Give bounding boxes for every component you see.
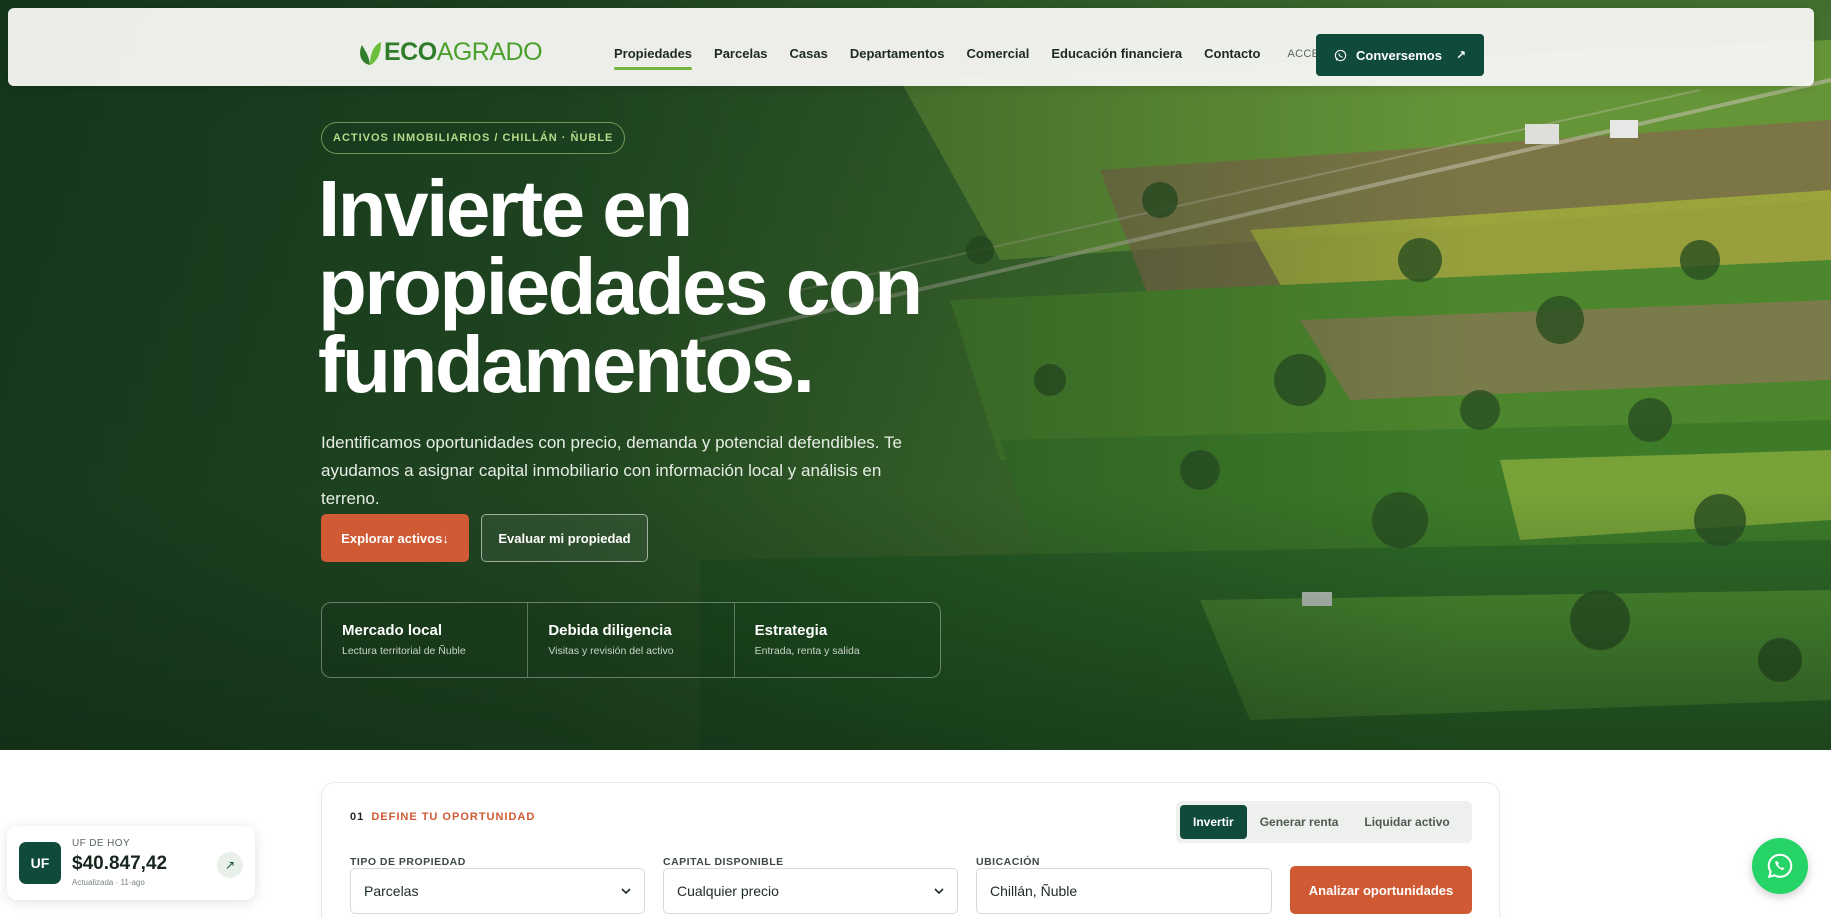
analizar-oportunidades-button[interactable]: Analizar oportunidades <box>1290 866 1472 914</box>
mode-segmented-control: Invertir Generar renta Liquidar activo <box>1176 801 1472 843</box>
hero-lead-text: Identificamos oportunidades con precio, … <box>321 433 902 508</box>
step-label: DEFINE TU OPORTUNIDAD <box>371 811 536 823</box>
uf-value: $40.847,42 <box>72 853 168 874</box>
headline-line-1: Invierte en <box>318 164 693 253</box>
whatsapp-icon <box>1334 49 1347 61</box>
feature-title: Debida diligencia <box>548 622 672 639</box>
location-eyebrow-pill: ACTIVOS INMOBILIARIOS / CHILLÁN · ÑUBLE <box>321 122 626 154</box>
uf-badge: UF <box>19 842 61 884</box>
ubicacion-value: Chillán, Ñuble <box>990 883 1078 899</box>
top-navbar: ECOAGRADO Propiedades Parcelas Casas Dep… <box>8 8 1814 86</box>
capital-disponible-value: Cualquier precio <box>677 883 779 899</box>
uf-label: UF DE HOY <box>72 838 131 849</box>
feature-mercado-local: Mercado local Lectura territorial de Ñub… <box>322 603 529 677</box>
tipo-propiedad-label: TIPO DE PROPIEDAD <box>350 856 466 868</box>
leaf-icon <box>360 41 381 65</box>
capital-disponible-label: CAPITAL DISPONIBLE <box>663 856 784 868</box>
explorar-activos-button[interactable]: Explorar activos↓ <box>321 514 469 562</box>
nav-comercial[interactable]: Comercial <box>966 46 1029 61</box>
feature-debida-diligencia: Debida diligencia Visitas y revisión del… <box>528 603 735 677</box>
arrow-up-right-icon: ↗ <box>1455 48 1466 62</box>
mode-invertir[interactable]: Invertir <box>1180 805 1247 839</box>
headline-line-2: propiedades con <box>318 242 923 331</box>
feature-title: Estrategia <box>754 622 828 639</box>
ubicacion-input[interactable]: Chillán, Ñuble <box>976 868 1272 914</box>
feature-strip: Mercado local Lectura territorial de Ñub… <box>321 602 941 678</box>
main-menu: Propiedades Parcelas Casas Departamentos… <box>614 46 1336 70</box>
feature-subtitle: Lectura territorial de Ñuble <box>342 645 466 657</box>
feature-subtitle: Entrada, renta y salida <box>754 645 860 657</box>
ubicacion-label: UBICACIÓN <box>976 856 1040 868</box>
evaluar-propiedad-button[interactable]: Evaluar mi propiedad <box>481 514 648 562</box>
conversemos-label: Conversemos <box>1356 47 1442 63</box>
uf-arrow-up-right-icon[interactable]: ↗ <box>217 852 243 878</box>
mode-liquidar-activo[interactable]: Liquidar activo <box>1351 805 1462 839</box>
nav-propiedades[interactable]: Propiedades <box>614 46 693 70</box>
whatsapp-icon <box>1767 853 1793 879</box>
tipo-propiedad-value: Parcelas <box>364 883 419 899</box>
step-heading: 01 DEFINE TU OPORTUNIDAD <box>350 811 535 823</box>
nav-educacion-financiera[interactable]: Educación financiera <box>1051 46 1182 61</box>
uf-updated: Actualizada · 11-ago <box>72 878 145 887</box>
chevron-down-icon <box>934 888 944 895</box>
nav-contacto[interactable]: Contacto <box>1204 46 1260 61</box>
hero-headline: Invierte en propiedades con fundamentos. <box>318 164 1018 409</box>
feature-estrategia: Estrategia Entrada, renta y salida <box>735 603 940 677</box>
headline-line-3: fundamentos. <box>318 320 815 409</box>
mode-generar-renta[interactable]: Generar renta <box>1247 805 1352 839</box>
nav-casas[interactable]: Casas <box>790 46 828 61</box>
feature-title: Mercado local <box>342 622 443 639</box>
conversemos-button[interactable]: Conversemos ↗ <box>1316 34 1484 76</box>
uf-widget: UF UF DE HOY $40.847,42 Actualizada · 11… <box>7 826 255 900</box>
logo-wordmark: ECOAGRADO <box>384 38 543 66</box>
capital-disponible-select[interactable]: Cualquier precio <box>663 868 958 914</box>
feature-subtitle: Visitas y revisión del activo <box>548 645 674 657</box>
tipo-propiedad-select[interactable]: Parcelas <box>350 868 645 914</box>
nav-departamentos[interactable]: Departamentos <box>850 46 945 61</box>
step-number: 01 <box>350 811 365 823</box>
opportunity-search-card: 01 DEFINE TU OPORTUNIDAD Invertir Genera… <box>321 782 1500 918</box>
ecoagrado-logo[interactable]: ECOAGRADO <box>356 38 543 67</box>
whatsapp-float-button[interactable] <box>1752 838 1808 894</box>
nav-parcelas[interactable]: Parcelas <box>714 46 768 61</box>
chevron-down-icon <box>621 888 631 895</box>
